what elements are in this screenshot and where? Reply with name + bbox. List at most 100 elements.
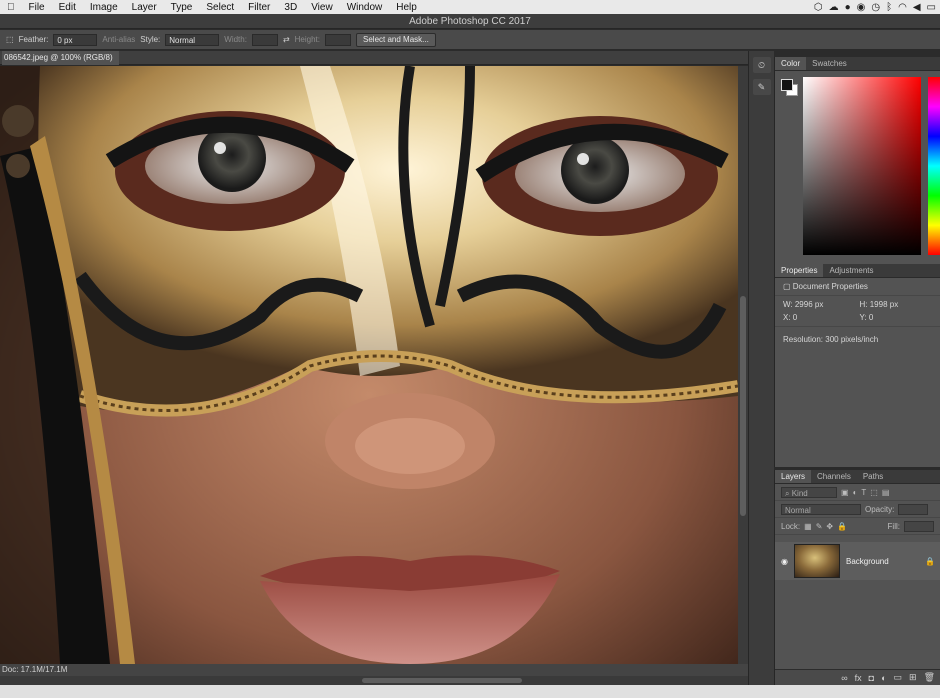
menu-file[interactable]: File <box>22 2 52 13</box>
filter-smart-icon[interactable]: ▤ <box>882 488 890 497</box>
layer-row-background[interactable]: ◉ Background 🔒 <box>775 542 940 580</box>
visibility-eye-icon[interactable]: ◉ <box>781 557 788 566</box>
opacity-input[interactable] <box>898 503 929 515</box>
bottom-strip <box>0 685 940 698</box>
vertical-scrollbar[interactable] <box>738 66 748 664</box>
new-group-icon[interactable]: ▭ <box>894 672 903 683</box>
tab-adjustments[interactable]: Adjustments <box>823 264 879 277</box>
record-icon[interactable]: ● <box>845 2 851 13</box>
masked-face-photo <box>0 66 738 664</box>
lock-pixels-icon[interactable]: ▦ <box>804 522 812 531</box>
canvas-size-fields: W: 2996 px H: 1998 px X: 0 Y: 0 <box>775 295 940 326</box>
filter-type-icon[interactable]: T <box>861 488 866 497</box>
opacity-label: Opacity: <box>865 504 895 514</box>
filter-shape-icon[interactable]: ⬚ <box>870 488 878 497</box>
color-picker-field[interactable] <box>803 77 921 255</box>
new-layer-icon[interactable]: ⊞ <box>909 672 917 683</box>
layer-filter-row: ⌕ Kind ▣ ◐ T ⬚ ▤ <box>775 484 940 501</box>
image-canvas[interactable] <box>0 66 738 664</box>
lock-all-icon[interactable]: 🔒 <box>837 522 847 531</box>
evernote-icon[interactable]: ◉ <box>857 2 866 13</box>
resolution-row: Resolution: 300 pixels/inch <box>775 326 940 348</box>
width-input[interactable] <box>251 33 278 46</box>
menu-image[interactable]: Image <box>83 2 125 13</box>
fx-icon[interactable]: fx <box>855 673 862 683</box>
window-title: Adobe Photoshop CC 2017 <box>0 14 940 29</box>
creative-cloud-icon[interactable]: ☁ <box>829 2 839 13</box>
layers-panel-tabs: Layers Channels Paths <box>775 470 940 484</box>
link-layers-icon[interactable]: ∞ <box>841 673 847 683</box>
document-icon: ▢ <box>783 282 793 291</box>
battery-icon[interactable]: ▭ <box>927 2 936 13</box>
clock-icon[interactable]: ◷ <box>871 2 880 13</box>
height-input[interactable] <box>325 33 352 46</box>
feather-input[interactable]: 0 px <box>53 33 98 46</box>
layer-thumbnail <box>793 544 840 578</box>
volume-icon[interactable]: ◀ <box>913 2 921 13</box>
tab-channels[interactable]: Channels <box>811 470 857 483</box>
style-select[interactable]: Normal <box>165 33 220 46</box>
select-and-mask-button[interactable]: Select and Mask... <box>356 32 436 47</box>
horizontal-scroll-thumb[interactable] <box>362 678 522 683</box>
hue-slider[interactable] <box>928 77 940 255</box>
fill-input[interactable] <box>904 520 934 532</box>
lock-brush-icon[interactable]: ✎ <box>816 522 823 531</box>
tab-swatches[interactable]: Swatches <box>806 57 853 70</box>
height-value[interactable]: H: 1998 px <box>860 300 933 309</box>
layer-name[interactable]: Background <box>846 557 889 566</box>
horizontal-scrollbar[interactable] <box>0 676 748 685</box>
trash-icon[interactable]: 🗑 <box>924 672 935 683</box>
x-value[interactable]: X: 0 <box>783 313 856 322</box>
fill-label: Fill: <box>887 521 900 531</box>
blend-row: Normal Opacity: <box>775 501 940 518</box>
document-tab[interactable]: 086542.jpeg @ 100% (RGB/8) <box>2 51 119 65</box>
status-tray: ⬡ ☁ ● ◉ ◷ ᛒ ◠ ◀ ▭ <box>814 0 936 14</box>
filter-pixel-icon[interactable]: ▣ <box>841 488 849 497</box>
kind-filter-select[interactable]: ⌕ Kind <box>781 486 837 498</box>
anti-alias-checkbox[interactable]: Anti-alias <box>102 35 135 44</box>
document-tab-bar: 086542.jpeg @ 100% (RGB/8) <box>0 51 748 65</box>
menu-view[interactable]: View <box>304 2 340 13</box>
menu-help[interactable]: Help <box>389 2 424 13</box>
tab-layers[interactable]: Layers <box>775 470 812 483</box>
color-panel-tabs: Color Swatches <box>775 57 940 71</box>
history-icon[interactable]: ⏲ <box>752 57 771 73</box>
adjustment-layer-icon[interactable]: ◐ <box>881 673 886 683</box>
vertical-scroll-thumb[interactable] <box>740 296 746 516</box>
menu-edit[interactable]: Edit <box>52 2 83 13</box>
y-value[interactable]: Y: 0 <box>860 313 933 322</box>
layers-footer-buttons: ∞ fx ◘ ◐ ▭ ⊞ 🗑 <box>775 669 940 685</box>
blend-mode-select[interactable]: Normal <box>781 503 861 515</box>
menu-type[interactable]: Type <box>164 2 200 13</box>
menu-window[interactable]: Window <box>340 2 390 13</box>
wifi-icon[interactable]: ◠ <box>898 2 907 13</box>
tab-properties[interactable]: Properties <box>775 264 824 277</box>
mac-menubar:  File Edit Image Layer Type Select Filt… <box>0 0 940 14</box>
color-panel: Color Swatches <box>774 57 940 264</box>
brush-presets-icon[interactable]: ✎ <box>752 79 771 95</box>
height-label: Height: <box>294 35 321 44</box>
menu-3d[interactable]: 3D <box>277 2 304 13</box>
document-properties-header: ▢ Document Properties <box>775 278 940 295</box>
status-bar: Doc: 17.1M/17.1M <box>0 664 748 676</box>
marquee-tool-icon[interactable]: ⬚ <box>6 35 14 44</box>
lock-label: Lock: <box>781 521 801 531</box>
dropbox-icon[interactable]: ⬡ <box>814 2 823 13</box>
width-value[interactable]: W: 2996 px <box>783 300 856 309</box>
width-label: Width: <box>224 35 247 44</box>
apple-menu[interactable]:  <box>0 2 22 13</box>
menu-layer[interactable]: Layer <box>125 2 164 13</box>
add-mask-icon[interactable]: ◘ <box>869 673 874 683</box>
filter-adjust-icon[interactable]: ◐ <box>853 488 858 497</box>
bluetooth-icon[interactable]: ᛒ <box>886 2 892 13</box>
swap-icon[interactable]: ⇄ <box>283 35 290 44</box>
document-properties-label: Document Properties <box>792 282 868 291</box>
foreground-color-swatch[interactable] <box>781 79 793 91</box>
menu-filter[interactable]: Filter <box>241 2 277 13</box>
menu-select[interactable]: Select <box>199 2 241 13</box>
layers-panel: Layers Channels Paths ⌕ Kind ▣ ◐ T ⬚ ▤ N… <box>774 470 940 685</box>
properties-panel-tabs: Properties Adjustments <box>775 264 940 278</box>
tab-color[interactable]: Color <box>775 57 807 70</box>
tab-paths[interactable]: Paths <box>857 470 889 483</box>
lock-move-icon[interactable]: ✥ <box>826 522 833 531</box>
